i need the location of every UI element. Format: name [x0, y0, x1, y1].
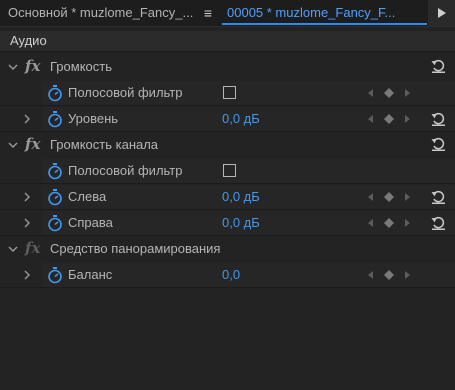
previous-keyframe-icon[interactable]: [364, 86, 378, 100]
chevron-right-icon[interactable]: [21, 217, 33, 229]
chevron-down-icon[interactable]: [7, 243, 19, 255]
row-separator: [0, 287, 455, 288]
next-keyframe-icon[interactable]: [400, 86, 414, 100]
chevron-right-icon[interactable]: [21, 269, 33, 281]
stopwatch-icon[interactable]: [46, 214, 64, 232]
previous-keyframe-icon[interactable]: [364, 112, 378, 126]
next-keyframe-icon[interactable]: [400, 216, 414, 230]
section-header-audio: Аудио: [0, 31, 455, 51]
next-keyframe-icon[interactable]: [400, 190, 414, 204]
property-row-bypass: Полосовой фильтр: [0, 80, 455, 106]
tab-source-sequence[interactable]: Основной * muzlome_Fancy_...: [8, 0, 198, 26]
previous-keyframe-icon[interactable]: [364, 216, 378, 230]
active-tab-indicator: [222, 23, 427, 25]
keyframe-navigator: [364, 112, 414, 126]
add-keyframe-icon[interactable]: [382, 268, 396, 282]
stopwatch-icon[interactable]: [46, 266, 64, 284]
section-title: Аудио: [10, 33, 47, 48]
keyframe-navigator: [364, 216, 414, 230]
balance-value[interactable]: 0,0: [222, 262, 240, 288]
panel-menu-icon[interactable]: ≡: [199, 0, 217, 26]
effect-controls-window: Основной * muzlome_Fancy_... ≡ 00005 * m…: [0, 0, 455, 390]
add-keyframe-icon[interactable]: [382, 86, 396, 100]
next-keyframe-icon[interactable]: [400, 268, 414, 282]
effect-label: Средство панорамирования: [50, 241, 221, 256]
keyframe-navigator: [364, 86, 414, 100]
section-divider: [0, 51, 455, 52]
stopwatch-icon[interactable]: [46, 110, 64, 128]
tab-bar: Основной * muzlome_Fancy_... ≡ 00005 * m…: [0, 0, 455, 27]
property-row-left: Слева 0,0 дБ: [0, 184, 455, 210]
stopwatch-icon[interactable]: [46, 188, 64, 206]
next-keyframe-icon[interactable]: [400, 112, 414, 126]
tab-overflow-button[interactable]: [428, 0, 455, 26]
property-label: Слева: [68, 189, 107, 204]
level-value[interactable]: 0,0 дБ: [222, 106, 260, 132]
property-label: Полосовой фильтр: [68, 85, 183, 100]
effect-row-channel-volume[interactable]: fx Громкость канала: [0, 132, 455, 158]
effect-row-panner[interactable]: fx Средство панорамирования: [0, 236, 455, 262]
effect-row-volume[interactable]: fx Громкость: [0, 54, 455, 80]
stopwatch-icon[interactable]: [46, 84, 64, 102]
property-row-balance: Баланс 0,0: [0, 262, 455, 288]
left-value[interactable]: 0,0 дБ: [222, 184, 260, 210]
fx-toggle-icon[interactable]: fx: [25, 135, 43, 153]
effect-controls-panel: Аудио fx Громкость Полосовой фильтр Уров…: [0, 27, 455, 390]
keyframe-navigator: [364, 268, 414, 282]
chevron-right-icon[interactable]: [21, 113, 33, 125]
fx-toggle-icon[interactable]: fx: [25, 57, 43, 75]
reset-icon[interactable]: [430, 135, 447, 152]
add-keyframe-icon[interactable]: [382, 112, 396, 126]
reset-icon[interactable]: [430, 214, 447, 231]
fx-toggle-icon[interactable]: fx: [25, 239, 43, 257]
chevron-down-icon[interactable]: [7, 139, 19, 151]
chevron-right-icon[interactable]: [21, 191, 33, 203]
reset-icon[interactable]: [430, 110, 447, 127]
property-row-level: Уровень 0,0 дБ: [0, 106, 455, 132]
add-keyframe-icon[interactable]: [382, 216, 396, 230]
bypass-checkbox[interactable]: [223, 86, 236, 99]
stopwatch-icon[interactable]: [46, 162, 64, 180]
reset-icon[interactable]: [430, 188, 447, 205]
triangle-right-icon: [438, 8, 446, 18]
effect-label: Громкость канала: [50, 137, 159, 152]
previous-keyframe-icon[interactable]: [364, 190, 378, 204]
previous-keyframe-icon[interactable]: [364, 268, 378, 282]
chevron-down-icon[interactable]: [7, 61, 19, 73]
add-keyframe-icon[interactable]: [382, 190, 396, 204]
property-label: Полосовой фильтр: [68, 163, 183, 178]
property-label: Баланс: [68, 267, 113, 282]
keyframe-navigator: [364, 190, 414, 204]
right-value[interactable]: 0,0 дБ: [222, 210, 260, 236]
reset-icon[interactable]: [430, 57, 447, 74]
property-label: Уровень: [68, 111, 119, 126]
property-row-right: Справа 0,0 дБ: [0, 210, 455, 236]
property-label: Справа: [68, 215, 113, 230]
bypass-checkbox[interactable]: [223, 164, 236, 177]
property-row-bypass: Полосовой фильтр: [0, 158, 455, 184]
effect-label: Громкость: [50, 59, 112, 74]
